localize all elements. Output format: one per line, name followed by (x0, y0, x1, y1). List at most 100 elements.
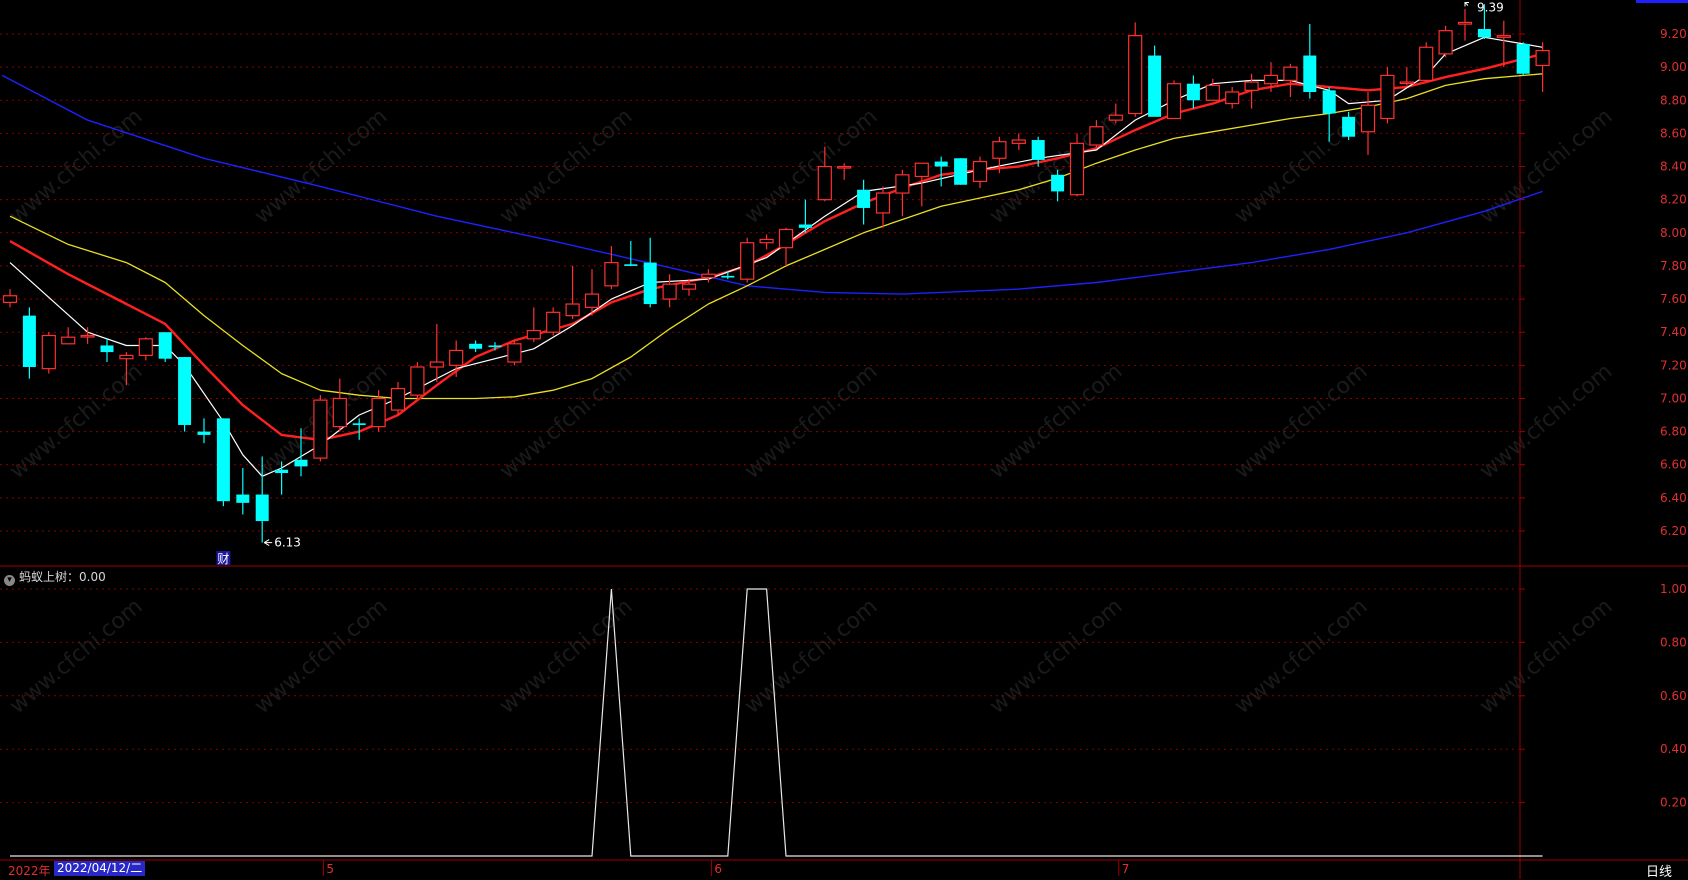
candle (934, 156, 948, 187)
candle-body-up (895, 174, 910, 194)
candle (740, 237, 755, 283)
indicator-toggle-icon[interactable]: ▾ (4, 575, 15, 586)
candle (507, 340, 522, 366)
candle-body-up (1457, 21, 1473, 25)
candle (1128, 22, 1143, 117)
candle (1225, 87, 1240, 109)
candle-body-down (1148, 55, 1162, 117)
candle (1457, 9, 1473, 41)
candle-body-down (1031, 140, 1045, 160)
candle (22, 307, 36, 379)
candle-body-down (178, 357, 192, 425)
candle-body-up (740, 242, 755, 280)
candle (138, 337, 153, 361)
candle (1186, 75, 1200, 109)
candle-body-down (1186, 83, 1200, 101)
indicator-name: 蚂蚁上树 (19, 570, 68, 584)
candle-body-down (294, 459, 308, 467)
candle-body-up (429, 361, 444, 368)
candle (565, 265, 580, 319)
candle (1108, 103, 1123, 124)
candle (1148, 45, 1162, 117)
candle (410, 362, 425, 399)
month-label: 6 (714, 862, 722, 876)
candle (1535, 42, 1550, 92)
y-tick-label: 8.20 (1660, 193, 1687, 207)
candle (954, 158, 968, 185)
candle-body-up (1360, 104, 1376, 133)
candle (1089, 120, 1104, 149)
period-label[interactable]: 日线 (1646, 861, 1672, 880)
candle (526, 307, 541, 343)
candle (1205, 78, 1220, 101)
y-tick-label: 8.40 (1660, 160, 1687, 174)
candle-body-up (778, 228, 794, 249)
candle-body-down (1322, 90, 1336, 114)
candle-body-up (526, 329, 541, 340)
y-tick-label: 6.80 (1660, 425, 1687, 439)
candle-body-down (22, 315, 36, 367)
candle-body-down (721, 275, 735, 278)
candle-body-down (236, 494, 250, 503)
kline-chart[interactable]: 6.20 6.40 6.60 6.80 7.00 7.20 7.40 7.60 7.80 8.00… (0, 0, 1688, 879)
candle-body-down (934, 161, 948, 167)
candle-body-down (158, 332, 172, 359)
y-tick-label: 7.80 (1660, 259, 1687, 273)
candle-body-down (197, 431, 211, 435)
candle-body-down (352, 423, 366, 425)
candle-body-down (100, 345, 114, 353)
candle-body-up (1166, 83, 1182, 120)
candle (701, 269, 716, 283)
candle (604, 246, 619, 290)
candle (390, 381, 406, 416)
indicator-title[interactable]: ▾ 蚂蚁上树：0.00 (4, 568, 106, 586)
candle (875, 186, 891, 228)
candle-body-up (1438, 30, 1453, 55)
candle-body-down (275, 469, 289, 474)
candle (41, 332, 56, 374)
candle (216, 418, 230, 507)
candle-body-up (701, 273, 716, 279)
candle-body-up (313, 399, 328, 459)
candle (2, 289, 18, 308)
candle (488, 342, 502, 351)
candle-body-down (469, 343, 483, 349)
candle-body-up (410, 366, 425, 396)
low-price-label: 6.13 (274, 536, 301, 550)
candle-body-up (80, 334, 95, 338)
candle-body-up (449, 349, 464, 366)
candle-body-down (488, 345, 502, 348)
candle-body-up (41, 334, 56, 370)
month-label: 5 (326, 862, 334, 876)
indicator-y-tick-label: 0.40 (1660, 742, 1687, 756)
y-tick-label: 9.20 (1660, 27, 1687, 41)
candle-body-up (875, 192, 891, 214)
candle-body-up (507, 343, 522, 363)
ma10-line (9, 52, 1543, 442)
date-cursor: 2022/04/12/二 (54, 861, 146, 876)
indicator-y-tick-label: 1.00 (1660, 582, 1687, 596)
indicator-value: 0.00 (79, 570, 106, 584)
candle (972, 156, 988, 189)
candle (1303, 24, 1317, 99)
chart-stage[interactable]: www.cfchi.com www.cfchi.com www.cfchi.com w… (0, 0, 1688, 880)
candle-body-up (1283, 66, 1298, 81)
candle-body-up (1011, 139, 1026, 144)
y-tick-label: 8.80 (1660, 93, 1687, 107)
axis-top-marker (1636, 0, 1688, 3)
candle-body-up (662, 283, 677, 300)
candle-body-down (216, 418, 230, 502)
candle-body-down (1477, 29, 1491, 38)
candle-body-down (624, 264, 638, 266)
candle (255, 456, 269, 543)
candle-body-up (1128, 35, 1143, 115)
candle-body-up (332, 397, 347, 428)
candle-body-down (1051, 174, 1065, 192)
candle (624, 241, 638, 266)
candle (80, 327, 95, 344)
y-tick-label: 7.20 (1660, 358, 1687, 372)
candle (759, 234, 774, 250)
candle (61, 327, 76, 345)
candle (1380, 67, 1395, 124)
candle-body-up (992, 141, 1007, 159)
